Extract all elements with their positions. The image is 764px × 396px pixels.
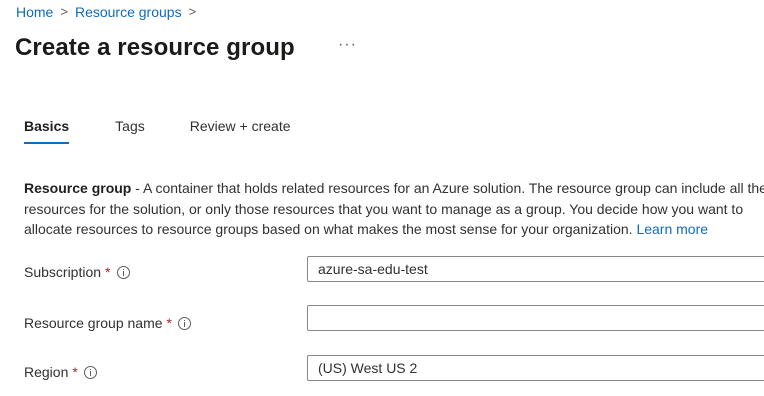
description-line-3: allocate resources to resource groups ba… [24, 219, 764, 240]
tab-review-create[interactable]: Review + create [190, 116, 291, 150]
info-icon[interactable] [116, 265, 130, 279]
region-select[interactable]: (US) West US 2 [307, 355, 764, 381]
resource-group-name-input[interactable] [307, 305, 764, 331]
description-term: Resource group [24, 180, 132, 196]
more-options-icon[interactable]: ··· [338, 36, 357, 54]
required-marker: * [166, 315, 172, 331]
resource-group-name-label-text: Resource group name [24, 315, 163, 331]
description-line-3-text: allocate resources to resource groups ba… [24, 221, 633, 237]
learn-more-link[interactable]: Learn more [636, 221, 708, 237]
info-icon[interactable] [83, 365, 97, 379]
breadcrumb-resource-groups-link[interactable]: Resource groups [75, 2, 182, 22]
tab-tags[interactable]: Tags [115, 116, 145, 150]
description-line-1: Resource group - A container that holds … [24, 178, 764, 199]
subscription-label-text: Subscription [24, 264, 102, 280]
required-marker: * [72, 364, 78, 380]
region-label-text: Region [24, 364, 69, 380]
resource-group-name-label: Resource group name * [24, 313, 191, 333]
description-line-1-text: - A container that holds related resourc… [131, 180, 764, 196]
required-marker: * [105, 264, 111, 280]
breadcrumb-home-link[interactable]: Home [16, 2, 53, 22]
page-title: Create a resource group [15, 34, 295, 61]
resource-group-description: Resource group - A container that holds … [24, 178, 764, 240]
subscription-select[interactable]: azure-sa-edu-test [307, 256, 764, 282]
create-resource-group-page: Home > Resource groups > Create a resour… [0, 0, 764, 396]
breadcrumb: Home > Resource groups > [16, 2, 203, 22]
tab-bar: Basics Tags Review + create [24, 116, 291, 150]
info-icon[interactable] [177, 316, 191, 330]
breadcrumb-separator: > [60, 4, 68, 19]
tab-basics[interactable]: Basics [24, 116, 70, 150]
description-line-2: resources for the solution, or only thos… [24, 200, 744, 217]
breadcrumb-separator: > [188, 4, 197, 19]
region-label: Region * [24, 362, 97, 382]
subscription-label: Subscription * [24, 262, 130, 282]
